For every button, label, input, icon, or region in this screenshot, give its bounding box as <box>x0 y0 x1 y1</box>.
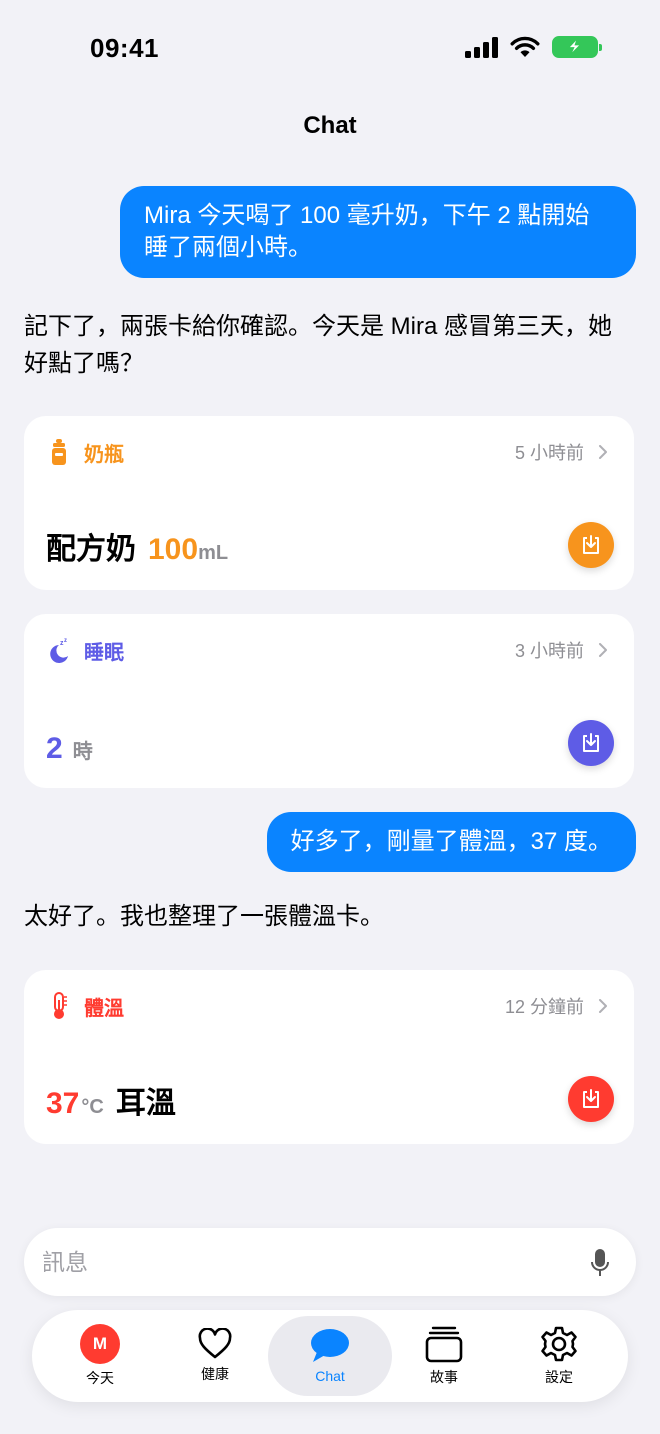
card-timestamp: 3 小時前 <box>514 641 584 661</box>
tab-chat[interactable]: Chat <box>268 1316 392 1396</box>
card-value: 配方奶 100 mL <box>46 524 228 568</box>
card-unit: mL <box>198 542 229 564</box>
card-unit: °C <box>81 1096 104 1118</box>
gear-icon <box>541 1326 577 1362</box>
tab-label: 故事 <box>430 1369 458 1385</box>
card-number: 2 <box>46 732 63 765</box>
tab-health[interactable]: 健康 <box>153 1316 277 1396</box>
stack-icon <box>425 1326 463 1363</box>
chevron-right-icon[interactable] <box>598 999 612 1013</box>
status-time: 09:41 <box>90 33 159 63</box>
tab-stories[interactable]: 故事 <box>382 1316 506 1396</box>
microphone-icon[interactable] <box>590 1248 610 1278</box>
card-value: 37 °C 耳溫 <box>46 1078 176 1122</box>
card-label: 耳溫 <box>115 1087 176 1120</box>
sleep-card[interactable]: z z 睡眠 3 小時前 2 時 <box>24 614 634 788</box>
save-card-button[interactable] <box>568 522 614 568</box>
baby-bottle-icon <box>46 439 72 465</box>
assistant-message-text: 記下了，兩張卡給你確認。今天是 Mira 感冒第三天，她好點了嗎？ <box>24 313 612 377</box>
status-icons <box>465 36 602 58</box>
battery-charging-icon <box>552 36 602 58</box>
temperature-card[interactable]: 體溫 12 分鐘前 37 °C 耳溫 <box>24 970 634 1144</box>
page-title: Chat <box>303 112 357 139</box>
save-card-button[interactable] <box>568 720 614 766</box>
save-card-button[interactable] <box>568 1076 614 1122</box>
user-message-bubble: 好多了，剛量了體溫，37 度。 <box>266 812 636 872</box>
avatar: M <box>80 1324 120 1364</box>
card-title: 奶瓶 <box>84 443 124 466</box>
chevron-right-icon[interactable] <box>598 445 612 459</box>
cellular-signal-icon <box>465 36 498 58</box>
user-message-text: Mira 今天喝了 100 毫升奶，下午 2 點開始睡了兩個小時。 <box>144 202 590 261</box>
card-label: 配方奶 <box>46 533 136 566</box>
user-message-text: 好多了，剛量了體溫，37 度。 <box>290 828 612 855</box>
card-number: 37 <box>46 1087 80 1120</box>
card-title: 體溫 <box>84 997 124 1020</box>
tab-label: 設定 <box>545 1369 573 1385</box>
user-message-bubble: Mira 今天喝了 100 毫升奶，下午 2 點開始睡了兩個小時。 <box>120 186 636 278</box>
chevron-right-icon[interactable] <box>598 643 612 657</box>
card-header: 奶瓶 5 小時前 <box>46 436 612 468</box>
message-input-bar <box>24 1228 636 1296</box>
chat-bubble-icon <box>311 1329 349 1362</box>
card-unit: 時 <box>72 741 93 763</box>
sleep-moon-icon: z z <box>46 637 72 663</box>
svg-text:z: z <box>64 638 67 644</box>
tab-today[interactable]: M 今天 <box>38 1316 162 1396</box>
save-icon <box>583 733 599 752</box>
tab-bar: M 今天 健康 Chat 故事 設定 <box>32 1310 628 1402</box>
heart-icon <box>198 1328 232 1359</box>
card-number: 100 <box>148 533 199 566</box>
message-input[interactable] <box>42 1228 562 1296</box>
tab-settings[interactable]: 設定 <box>497 1316 621 1396</box>
assistant-message-text: 太好了。我也整理了一張體溫卡。 <box>24 903 384 930</box>
save-icon <box>583 1089 599 1108</box>
card-timestamp: 12 分鐘前 <box>504 997 584 1017</box>
card-header: 體溫 12 分鐘前 <box>46 990 612 1022</box>
tab-label: 今天 <box>86 1370 114 1386</box>
bottle-card[interactable]: 奶瓶 5 小時前 配方奶 100 mL <box>24 416 634 590</box>
card-header: z z 睡眠 3 小時前 <box>46 634 612 666</box>
tab-label: 健康 <box>201 1366 229 1382</box>
save-icon <box>583 535 599 554</box>
card-value: 2 時 <box>46 732 93 766</box>
card-title: 睡眠 <box>84 641 124 664</box>
thermometer-icon <box>46 992 72 1019</box>
status-bar: 09:41 <box>0 0 660 96</box>
card-timestamp: 5 小時前 <box>514 443 584 463</box>
tab-label: Chat <box>315 1368 345 1384</box>
wifi-icon <box>510 36 540 57</box>
